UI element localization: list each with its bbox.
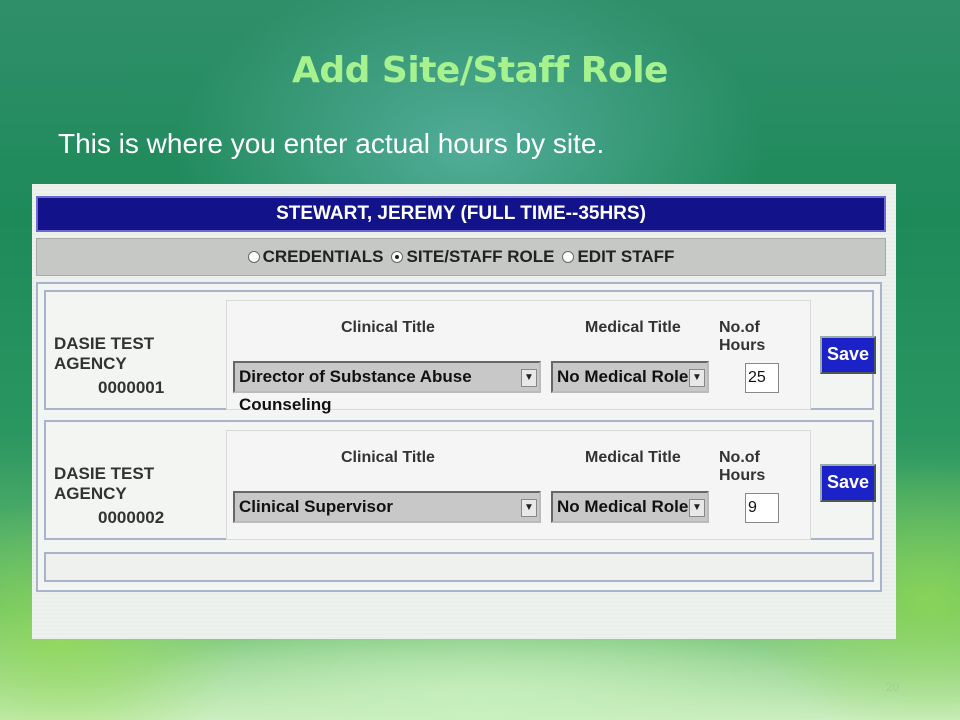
save-button[interactable]: Save bbox=[820, 464, 876, 502]
agency-code: 0000001 bbox=[98, 378, 165, 397]
medical-title-header: Medical Title bbox=[585, 449, 681, 466]
chevron-down-icon[interactable]: ▼ bbox=[521, 499, 537, 517]
tab-edit-staff-label: EDIT STAFF bbox=[577, 247, 675, 266]
medical-title-value: No Medical Role bbox=[557, 497, 689, 516]
agency-code: 0000002 bbox=[98, 508, 165, 527]
tab-bar: CREDENTIALS SITE/STAFF ROLE EDIT STAFF bbox=[36, 238, 886, 276]
slide-title: Add Site/Staff Role bbox=[292, 50, 668, 91]
medical-title-value: No Medical Role bbox=[557, 367, 689, 386]
agency-name: DASIE TEST AGENCY bbox=[54, 464, 155, 503]
tab-site-staff-role[interactable]: SITE/STAFF ROLE bbox=[391, 247, 554, 267]
site-row: DASIE TEST AGENCY 0000001 Clinical Title… bbox=[44, 290, 876, 414]
chevron-down-icon[interactable]: ▼ bbox=[689, 499, 705, 517]
tab-credentials[interactable]: CREDENTIALS bbox=[247, 247, 384, 267]
role-table: Clinical Title Medical Title No.of Hours… bbox=[226, 430, 811, 540]
medical-title-select[interactable]: No Medical Role ▼ bbox=[551, 361, 709, 393]
medical-title-select[interactable]: No Medical Role ▼ bbox=[551, 491, 709, 523]
empty-row bbox=[44, 552, 874, 582]
tab-site-staff-role-label: SITE/STAFF ROLE bbox=[406, 247, 555, 266]
tab-credentials-label: CREDENTIALS bbox=[262, 247, 384, 266]
hours-input[interactable]: 9 bbox=[745, 493, 779, 523]
slide-subtitle: This is where you enter actual hours by … bbox=[58, 128, 605, 159]
hours-input[interactable]: 25 bbox=[745, 363, 779, 393]
role-table: Clinical Title Medical Title No.of Hours… bbox=[226, 300, 811, 414]
radio-site-staff-role[interactable] bbox=[391, 251, 404, 263]
agency-name: DASIE TEST AGENCY bbox=[54, 334, 155, 373]
clinical-title-value: Clinical Supervisor bbox=[239, 497, 393, 516]
chevron-down-icon[interactable]: ▼ bbox=[521, 369, 537, 387]
staff-name-header: STEWART, JEREMY (FULL TIME--35HRS) bbox=[36, 196, 886, 232]
clinical-title-value: Director of Substance Abuse Counseling bbox=[239, 367, 472, 414]
site-roles-panel: DASIE TEST AGENCY 0000001 Clinical Title… bbox=[36, 282, 882, 592]
hours-header: No.of Hours bbox=[719, 449, 766, 484]
clinical-title-header: Clinical Title bbox=[341, 319, 435, 336]
clinical-title-header: Clinical Title bbox=[341, 449, 435, 466]
save-button[interactable]: Save bbox=[820, 336, 876, 374]
clinical-title-select[interactable]: Director of Substance Abuse Counseling ▼ bbox=[233, 361, 541, 414]
tab-edit-staff[interactable]: EDIT STAFF bbox=[562, 247, 674, 267]
medical-title-header: Medical Title bbox=[585, 319, 681, 336]
site-row: DASIE TEST AGENCY 0000002 Clinical Title… bbox=[44, 420, 876, 540]
hours-header: No.of Hours bbox=[719, 319, 766, 354]
radio-credentials[interactable] bbox=[247, 251, 260, 263]
clinical-title-select[interactable]: Clinical Supervisor ▼ bbox=[233, 491, 541, 523]
chevron-down-icon[interactable]: ▼ bbox=[689, 369, 705, 387]
page-number: 20 bbox=[886, 680, 900, 694]
staff-form-screenshot: STEWART, JEREMY (FULL TIME--35HRS) CREDE… bbox=[32, 184, 896, 639]
radio-edit-staff[interactable] bbox=[562, 251, 575, 263]
